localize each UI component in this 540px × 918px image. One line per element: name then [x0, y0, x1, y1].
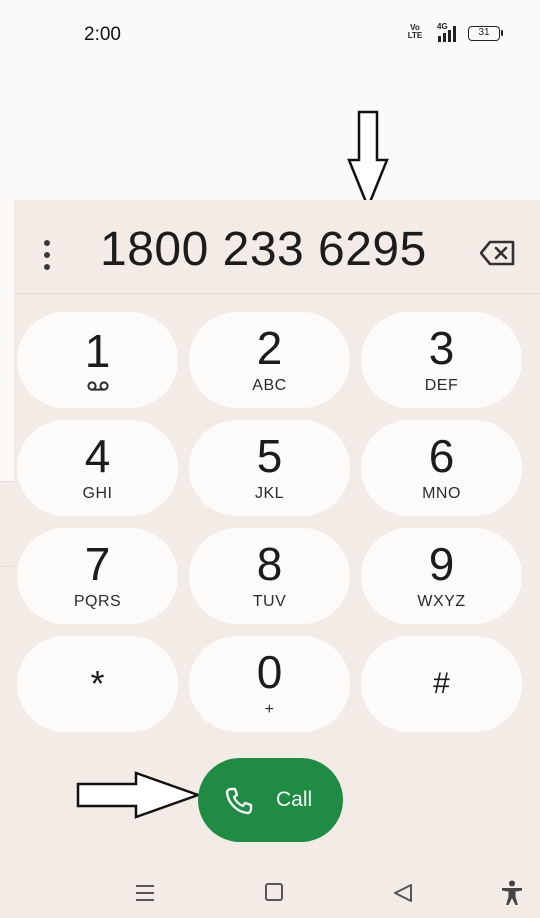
- key-4[interactable]: 4 GHI: [17, 420, 178, 516]
- side-strip: [0, 200, 14, 482]
- accessibility-icon[interactable]: [500, 880, 524, 906]
- key-7[interactable]: 7 PQRS: [17, 528, 178, 624]
- key-digit: 8: [256, 538, 283, 590]
- key-letters: GHI: [82, 485, 113, 502]
- dialed-number[interactable]: 1800 233 6295: [100, 222, 427, 277]
- key-1[interactable]: 1: [17, 312, 178, 408]
- key-8[interactable]: 8 TUV: [189, 528, 350, 624]
- key-digit: 7: [84, 538, 111, 590]
- volte-indicator: Vo LTE: [404, 24, 426, 40]
- key-digit: 3: [428, 322, 455, 374]
- volte-label: Vo LTE: [407, 23, 423, 40]
- signal-icon: 4G: [436, 22, 460, 44]
- key-letters: +: [264, 701, 275, 718]
- key-digit: 2: [256, 322, 283, 374]
- key-0[interactable]: 0 +: [189, 636, 350, 732]
- side-divider: [0, 566, 14, 567]
- battery-level: 31: [478, 27, 490, 38]
- voicemail-icon: [86, 381, 109, 391]
- call-label: Call: [276, 788, 313, 811]
- key-star[interactable]: *: [17, 636, 178, 732]
- key-digit: *: [90, 663, 105, 704]
- key-letters: TUV: [252, 593, 287, 610]
- key-letters: WXYZ: [417, 593, 466, 610]
- arrow-right-annotation: [76, 771, 202, 819]
- home-icon[interactable]: [265, 883, 283, 901]
- key-5[interactable]: 5 JKL: [189, 420, 350, 516]
- menu-icon[interactable]: [134, 884, 156, 902]
- key-digit: 9: [428, 538, 455, 590]
- key-digit: 5: [256, 430, 283, 482]
- key-2[interactable]: 2 ABC: [189, 312, 350, 408]
- back-icon[interactable]: [392, 882, 414, 904]
- key-6[interactable]: 6 MNO: [361, 420, 522, 516]
- phone-icon: [225, 787, 253, 815]
- call-button[interactable]: Call: [198, 758, 343, 842]
- key-letters: DEF: [424, 377, 459, 394]
- navigation-bar: [0, 868, 540, 918]
- key-digit: 4: [84, 430, 111, 482]
- key-letters: PQRS: [73, 593, 122, 610]
- key-letters: ABC: [252, 377, 287, 394]
- arrow-down-annotation: [347, 110, 389, 210]
- backspace-icon[interactable]: [480, 240, 516, 266]
- status-time: 2:00: [84, 24, 121, 45]
- key-hash[interactable]: #: [361, 636, 522, 732]
- battery-icon: 31: [468, 26, 503, 41]
- keypad: 1 2 ABC 3 DEF 4 GHI 5 JKL 6 MNO 7 PQRS 8…: [17, 312, 523, 734]
- status-bar: 2:00 Vo LTE 4G 31: [0, 0, 540, 70]
- key-3[interactable]: 3 DEF: [361, 312, 522, 408]
- key-letters: MNO: [422, 485, 461, 502]
- key-digit: 1: [84, 325, 111, 377]
- key-digit: 6: [428, 430, 455, 482]
- key-digit: #: [433, 667, 450, 700]
- key-letters: JKL: [254, 485, 285, 502]
- more-vert-icon[interactable]: [42, 240, 52, 270]
- key-9[interactable]: 9 WXYZ: [361, 528, 522, 624]
- number-row: 1800 233 6295: [14, 200, 540, 294]
- key-digit: 0: [256, 646, 283, 698]
